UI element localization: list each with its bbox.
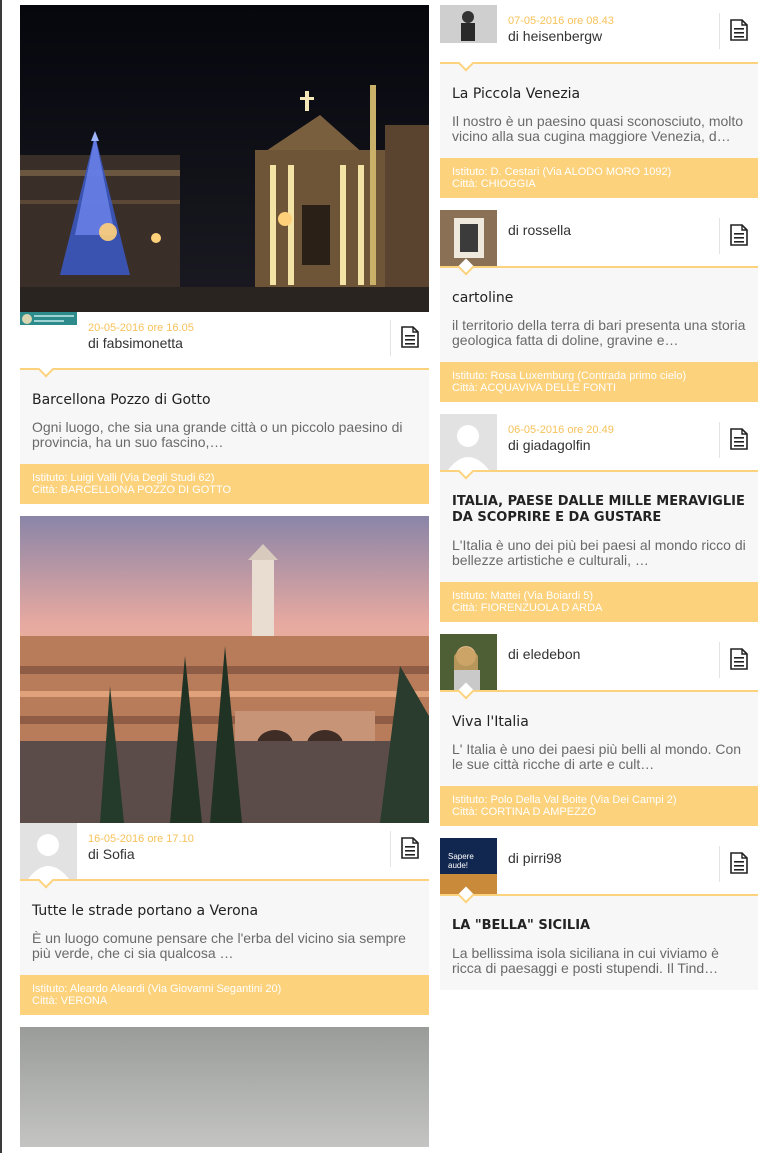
post-title[interactable]: ITALIA, PAESE DALLE MILLE MERAVIGLIE DA … [452,494,746,526]
post-meta: 20-05-2016 ore 16.05 di fabsimonetta [20,312,429,378]
post-school-info: Istituto: Polo Della Val Boite (Via Dei … [440,786,758,826]
post-card[interactable]: 16-05-2016 ore 17.10 di Sofia Tutte le s… [20,516,429,1015]
post-author[interactable]: di heisenbergw [508,28,602,44]
post-title[interactable]: Tutte le strade portano a Verona [32,903,417,919]
school-name: Istituto: D. Cestari (Via ALODO MORO 109… [452,166,672,178]
post-author[interactable]: di rossella [508,222,571,238]
author-avatar[interactable]: Sapere aude! [440,838,497,894]
post-excerpt: È un luogo comune pensare che l'erba del… [32,930,406,961]
post-body: LA "BELLA" SICILIA La bellissima isola s… [440,896,758,990]
document-icon[interactable] [390,320,429,356]
post-meta: 07-05-2016 ore 08.43 di heisenbergw [440,0,758,72]
post-title[interactable]: La Piccola Venezia [452,86,746,102]
post-card[interactable] [20,1027,429,1147]
avatar-caption: Sapere aude! [448,852,474,870]
post-card[interactable]: di eledebon Viva l'Italia L' Italia è un… [440,634,758,826]
school-name: Istituto: Rosa Luxemburg (Contrada primo… [452,370,687,382]
author-avatar[interactable] [440,5,497,43]
school-city: Città: FIORENZUOLA D ARDA [452,602,603,614]
post-body: ITALIA, PAESE DALLE MILLE MERAVIGLIE DA … [440,472,758,582]
post-meta: di rossella [440,210,758,276]
post-school-info: Istituto: Mattei (Via Boiardi 5) Città: … [440,582,758,622]
document-icon[interactable] [390,831,429,867]
school-city: Città: CHIOGGIA [452,178,536,190]
author-avatar[interactable] [20,312,77,368]
post-author[interactable]: di Sofia [88,846,135,862]
post-excerpt: Ogni luogo, che sia una grande città o u… [32,419,403,450]
window-edge [0,0,2,1153]
post-date: 07-05-2016 ore 08.43 [508,15,614,27]
document-icon[interactable] [719,642,758,678]
post-date: 20-05-2016 ore 16.05 [88,322,194,334]
feed-column-left: 20-05-2016 ore 16.05 di fabsimonetta Bar… [20,0,429,1159]
post-body: Viva l'Italia L' Italia è uno dei paesi … [440,692,758,786]
post-body: La Piccola Venezia Il nostro è un paesin… [440,64,758,158]
author-avatar[interactable] [440,634,497,690]
post-photo[interactable] [20,1027,429,1147]
school-city: Città: BARCELLONA POZZO DI GOTTO [32,484,232,496]
default-avatar-icon [440,414,497,470]
post-date: 06-05-2016 ore 20.49 [508,424,614,436]
post-title[interactable]: Barcellona Pozzo di Gotto [32,392,417,408]
default-avatar-icon [20,823,77,879]
post-date: 16-05-2016 ore 17.10 [88,833,194,845]
post-card[interactable]: 07-05-2016 ore 08.43 di heisenbergw La P… [440,0,758,198]
document-icon[interactable] [719,846,758,882]
school-name: Istituto: Aleardo Aleardi (Via Giovanni … [32,983,282,995]
post-meta: Sapere aude! di pirri98 [440,838,758,904]
post-title[interactable]: LA "BELLA" SICILIA [452,918,746,934]
school-name: Istituto: Mattei (Via Boiardi 5) [452,590,594,602]
post-meta: 06-05-2016 ore 20.49 di giadagolfin [440,414,758,480]
school-name: Istituto: Luigi Valli (Via Degli Studi 6… [32,472,215,484]
post-body: Tutte le strade portano a Verona È un lu… [20,881,429,975]
post-card[interactable]: Sapere aude! di pirri98 LA "BELLA" SICIL… [440,838,758,990]
post-author[interactable]: di pirri98 [508,850,562,866]
post-school-info: Istituto: Luigi Valli (Via Degli Studi 6… [20,464,429,504]
post-excerpt: Il nostro è un paesino quasi sconosciuto… [452,113,744,144]
school-city: Città: VERONA [32,995,108,1007]
author-avatar[interactable] [440,414,497,470]
document-icon[interactable] [719,13,758,49]
document-icon[interactable] [719,218,758,254]
school-city: Città: CORTINA D AMPEZZO [452,806,597,818]
school-name: Istituto: Polo Della Val Boite (Via Dei … [452,794,677,806]
post-photo-verona[interactable] [20,516,429,823]
post-photo-christmas-square[interactable] [20,5,429,312]
document-icon[interactable] [719,422,758,458]
post-title[interactable]: cartoline [452,290,746,306]
post-excerpt: La bellissima isola siciliana in cui viv… [452,945,719,976]
post-body: cartoline il territorio della terra di b… [440,268,758,362]
post-body: Barcellona Pozzo di Gotto Ogni luogo, ch… [20,370,429,464]
post-school-info: Istituto: Rosa Luxemburg (Contrada primo… [440,362,758,402]
post-card[interactable]: 06-05-2016 ore 20.49 di giadagolfin ITAL… [440,414,758,622]
school-city: Città: ACQUAVIVA DELLE FONTI [452,382,617,394]
post-excerpt: il territorio della terra di bari presen… [452,317,746,348]
post-excerpt: L' Italia è uno dei paesi più belli al m… [452,741,742,772]
post-author[interactable]: di eledebon [508,646,580,662]
post-card[interactable]: di rossella cartoline il territorio dell… [440,210,758,402]
post-school-info: Istituto: Aleardo Aleardi (Via Giovanni … [20,975,429,1015]
post-meta: 16-05-2016 ore 17.10 di Sofia [20,823,429,889]
post-card[interactable]: 20-05-2016 ore 16.05 di fabsimonetta Bar… [20,5,429,504]
post-title[interactable]: Viva l'Italia [452,714,746,730]
post-author[interactable]: di giadagolfin [508,437,591,453]
author-avatar[interactable] [440,210,497,266]
post-school-info: Istituto: D. Cestari (Via ALODO MORO 109… [440,158,758,198]
post-excerpt: L'Italia è uno dei più bei paesi al mond… [452,537,746,568]
post-author[interactable]: di fabsimonetta [88,335,183,351]
author-avatar[interactable] [20,823,77,879]
post-meta: di eledebon [440,634,758,700]
feed-column-right: 07-05-2016 ore 08.43 di heisenbergw La P… [440,0,758,1002]
